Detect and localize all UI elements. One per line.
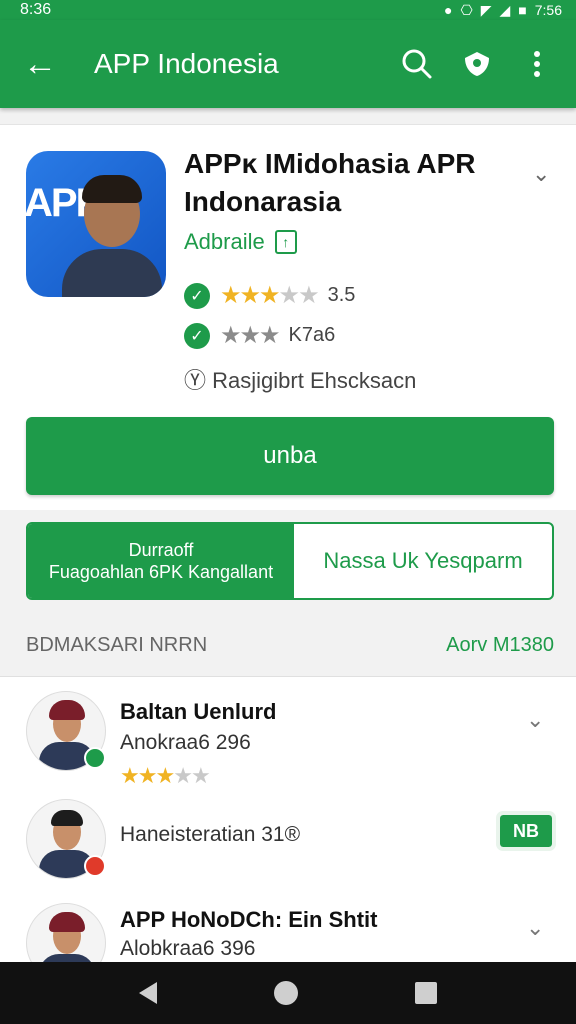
rating-value: 3.5 xyxy=(327,284,356,306)
section-header: BDMAKSARI NRRN Aorv M1380 xyxy=(26,634,554,657)
info-icon: Ⓨ xyxy=(184,368,207,393)
status-icons: ● ⎔ ◤ ◢ ■ 7:56 xyxy=(444,2,562,19)
list-item-title: APP HoNoDCh: Ein Shtit xyxy=(120,907,378,932)
star-icon: ★ xyxy=(173,763,193,788)
chevron-down-icon[interactable]: ⌄ xyxy=(526,707,544,733)
segment-tabs: Durraoff Fuagoahlan 6PK Kangallant Nassa… xyxy=(26,522,554,600)
search-icon[interactable] xyxy=(400,47,434,81)
status-bar: 8:36 ● ⎔ ◤ ◢ ■ 7:56 xyxy=(0,0,576,20)
nav-recents-icon[interactable] xyxy=(415,982,438,1004)
nb-button[interactable]: NB xyxy=(496,811,556,851)
star-icon: ★ xyxy=(120,763,140,788)
rating-row-secondary: ✓ ★ ★ ★ K7a6 xyxy=(184,321,335,350)
list-item[interactable]: Baltan Uenlurd Anokraa6 296 ★ ★ ★ ★ ★ ⌄ xyxy=(0,691,576,791)
install-button-label: unba xyxy=(263,442,317,469)
list-item-subtitle: Haneisteratian 31® xyxy=(120,823,301,846)
section-action-link[interactable]: Aorv M1380 xyxy=(446,634,554,657)
app-bar-actions xyxy=(400,47,576,81)
system-nav-bar xyxy=(0,962,576,1024)
star-icon: ★ xyxy=(190,763,211,788)
page-title: APP Indonesia xyxy=(94,48,279,79)
app-meta-label: Rasjigibrt Ehscksacn xyxy=(212,368,417,393)
star-icon: ★ xyxy=(259,282,280,309)
app-bar: ← APP Indonesia xyxy=(0,20,576,108)
app-title: APPĸ IMidohasia APR Indonarasia xyxy=(184,148,476,217)
verified-shield-icon: ✓ xyxy=(184,282,210,309)
list-item[interactable]: APP HoNoDCh: Ein Shtit Alobkraa6 396 ⌄ xyxy=(0,903,576,962)
tab-inactive[interactable]: Nassa Uk Yesqparm xyxy=(294,524,552,598)
verified-shield-icon: ✓ xyxy=(184,322,210,349)
nav-back-icon[interactable] xyxy=(138,982,157,1004)
star-icon: ★ xyxy=(137,763,158,788)
star-icon: ★ xyxy=(155,763,175,788)
chevron-down-icon[interactable]: ⌄ xyxy=(532,161,550,187)
battery-icon: ■ xyxy=(518,2,527,18)
install-badge-icon: ↑ xyxy=(274,230,297,254)
app-developer-label: Adbraile xyxy=(184,229,265,254)
status-clock: 7:56 xyxy=(534,2,562,18)
star-icon: ★ xyxy=(220,282,241,309)
app-meta: Ⓨ Rasjigibrt Ehscksacn xyxy=(184,363,416,395)
star-rating: ★ ★ ★ ★ ★ xyxy=(120,763,211,789)
app-detail-card: APP APPĸ IMidohasia APR Indonarasia ⌄ Ad… xyxy=(0,124,576,510)
nav-home-icon[interactable] xyxy=(273,981,298,1005)
wifi-icon: ◤ xyxy=(480,1,492,18)
review-count: K7a6 xyxy=(288,324,336,346)
more-vert-icon[interactable] xyxy=(520,47,554,81)
app-icon[interactable]: APP xyxy=(26,151,166,297)
list-item-subtitle: Anokraa6 296 xyxy=(120,731,251,754)
star-icon: ★ xyxy=(298,282,319,309)
avatar xyxy=(26,903,106,962)
vibrate-icon: ⎔ xyxy=(460,1,473,18)
list-item[interactable]: Haneisteratian 31® NB xyxy=(0,799,576,889)
status-badge xyxy=(84,747,106,769)
back-arrow-icon[interactable]: ← xyxy=(0,47,80,81)
notification-icon: ● xyxy=(444,2,453,18)
chevron-down-icon[interactable]: ⌄ xyxy=(526,915,544,941)
list-item-title: Baltan Uenlurd xyxy=(120,699,277,724)
tab-inactive-label: Nassa Uk Yesqparm xyxy=(323,548,523,573)
tab-active-line1: Durraoff xyxy=(128,540,194,560)
tab-active[interactable]: Durraoff Fuagoahlan 6PK Kangallant xyxy=(28,524,294,598)
tab-active-line2: Fuagoahlan 6PK Kangallant xyxy=(48,562,274,582)
star-icon: ★ xyxy=(239,282,261,309)
star-rating: ★ ★ ★ ★ ★ xyxy=(220,281,320,310)
rating-row-primary: ✓ ★ ★ ★ ★ ★ 3.5 xyxy=(184,281,355,310)
status-time: 8:36 xyxy=(20,1,52,18)
app-icon-portrait xyxy=(62,173,162,297)
reviewer-list: Baltan Uenlurd Anokraa6 296 ★ ★ ★ ★ ★ ⌄ Hane… xyxy=(0,676,576,962)
section-label: BDMAKSARI NRRN xyxy=(26,634,208,656)
status-badge xyxy=(84,855,106,877)
star-icon: ★ xyxy=(278,282,300,309)
star-rating-grey: ★ ★ ★ xyxy=(220,322,280,349)
signal-icon: ◢ xyxy=(499,1,511,18)
shield-icon[interactable] xyxy=(460,47,494,81)
list-item-subtitle: Alobkraa6 396 xyxy=(120,937,256,960)
install-button[interactable]: unba xyxy=(26,417,554,495)
app-developer[interactable]: Adbraile ↑ xyxy=(184,229,297,255)
